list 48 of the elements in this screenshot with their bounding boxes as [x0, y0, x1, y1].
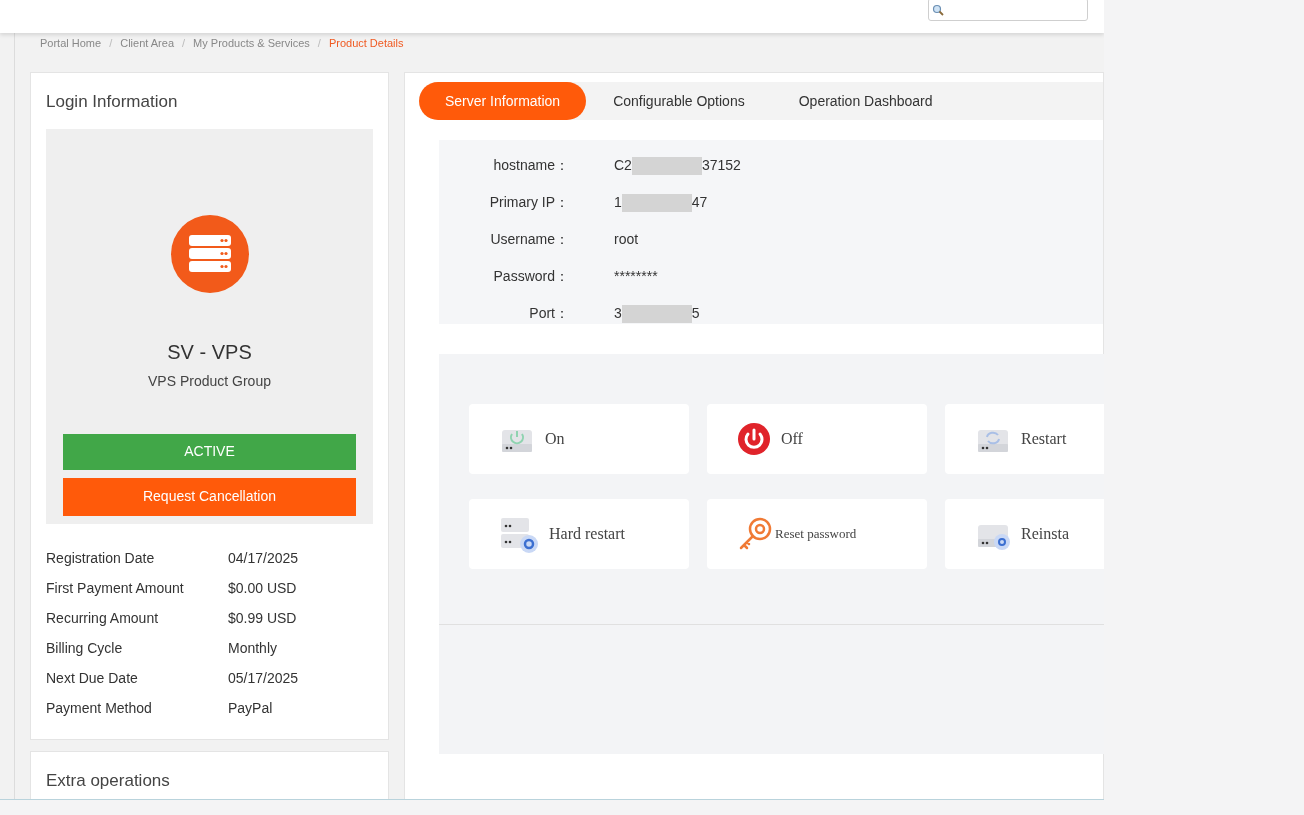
action-button[interactable]: On [469, 404, 689, 474]
detail-value: $0.00 USD [228, 579, 297, 598]
info-label: Primary IP： [488, 193, 569, 212]
redaction-block [621, 193, 692, 212]
detail-value: 04/17/2025 [228, 549, 299, 568]
info-value: 5 [691, 304, 700, 323]
info-label: Username： [489, 230, 569, 249]
separator: / [317, 35, 321, 51]
action-button[interactable]: Reset password [707, 499, 927, 569]
info-label: Password： [492, 267, 569, 286]
tab[interactable]: Configurable Options [586, 82, 772, 120]
search-icon [932, 3, 944, 16]
power-icon [737, 422, 771, 456]
detail-value: PayPal [228, 699, 273, 718]
detail-label: Recurring Amount [46, 609, 160, 628]
tab[interactable]: Operation Dashboard [771, 82, 960, 120]
redaction-block [631, 156, 702, 175]
redaction-block [621, 304, 692, 323]
action-button[interactable]: Restart [945, 404, 1104, 474]
info-value: 37152 [701, 156, 741, 175]
detail-label: Next Due Date [46, 669, 139, 688]
product-name: SV - VPS [167, 339, 252, 365]
separator: / [109, 35, 113, 51]
detail-value: 05/17/2025 [228, 669, 299, 688]
info-value: 47 [691, 193, 708, 212]
key-icon [737, 516, 773, 552]
detail-value: Monthly [228, 639, 278, 658]
detail-label: Billing Cycle [46, 639, 124, 658]
info-value: C2 [614, 156, 632, 175]
info-value: ******** [614, 267, 658, 286]
product-group: VPS Product Group [148, 370, 271, 392]
action-button[interactable]: Reinsta [945, 499, 1104, 569]
action-button[interactable]: Off [707, 404, 927, 474]
info-value: root [614, 230, 639, 249]
card-title: Login Information [46, 91, 179, 113]
separator: / [182, 35, 186, 51]
action-button[interactable]: Hard restart [469, 499, 689, 569]
detail-label: Payment Method [46, 699, 153, 718]
detail-value: $0.99 USD [228, 609, 297, 628]
card-title: Extra operations [46, 770, 171, 792]
search-field[interactable] [928, 0, 1088, 21]
info-value: 1 [614, 193, 622, 212]
info-value: 3 [614, 304, 622, 323]
status-badge: ACTIVE [63, 433, 356, 470]
info-label: hostname： [492, 156, 569, 175]
detail-label: First Payment Amount [46, 579, 185, 598]
detail-label: Registration Date [46, 549, 156, 568]
info-label: Port： [528, 304, 569, 323]
